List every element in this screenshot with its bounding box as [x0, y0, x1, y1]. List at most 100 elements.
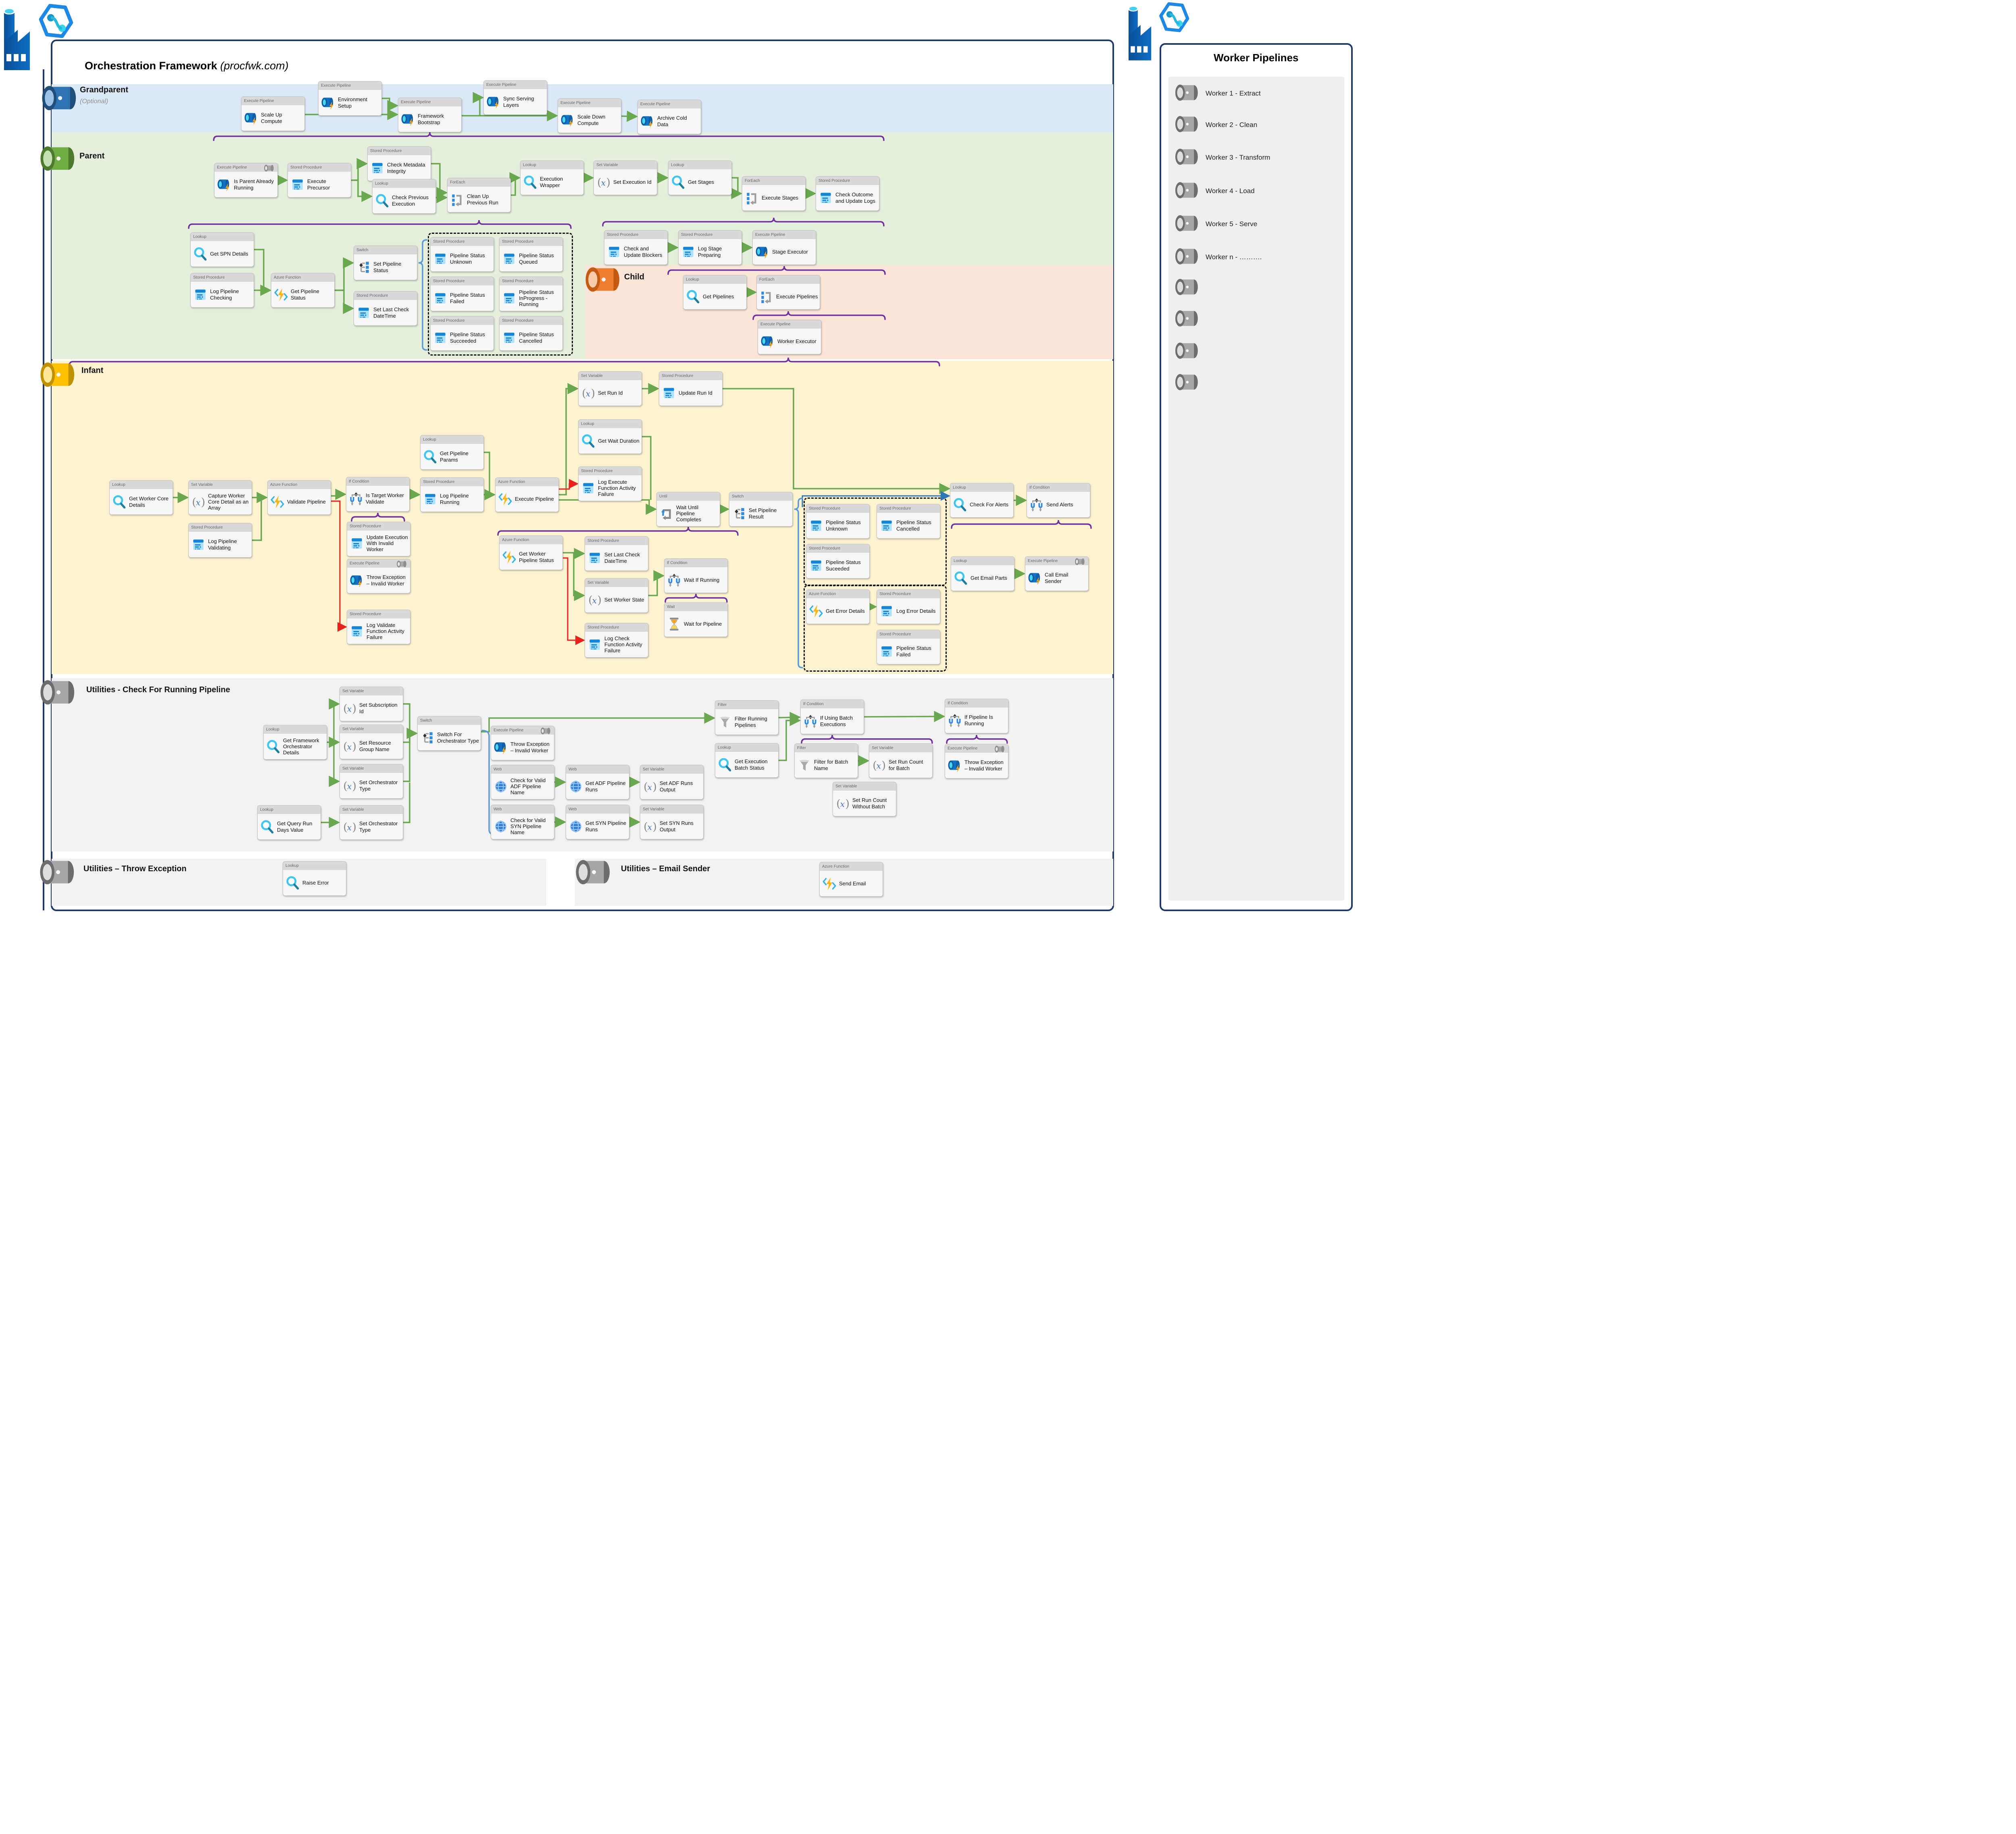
activity-execute-stages[interactable]: ForEachExecute Stages [742, 176, 806, 211]
activity-get-query-run-days-value[interactable]: LookupGet Query Run Days Value [257, 805, 321, 840]
worker-item-blank-6[interactable] [1174, 277, 1335, 299]
activity-sync-serving-layers[interactable]: Execute PipelineSync Serving Layers [483, 80, 547, 115]
activity-framework-bootstrap[interactable]: Execute PipelineFramework Bootstrap [398, 98, 462, 132]
activity-execute-pipeline[interactable]: Azure FunctionExecute Pipeline [495, 477, 559, 512]
activity-wait-if-running[interactable]: If ConditionWait If Running [664, 558, 728, 593]
activity-pipeline-status-suceeded[interactable]: Stored ProcedurePipeline Status Suceeded [806, 544, 870, 579]
activity-execute-pipelines[interactable]: ForEachExecute Pipelines [756, 275, 820, 310]
activity-set-subscription-id[interactable]: Set Variable(x)Set Subscription Id [339, 687, 403, 721]
activity-send-alerts[interactable]: If ConditionSend Alerts [1027, 483, 1090, 518]
activity-set-run-count-for-batch[interactable]: Set Variable(x)Set Run Count for Batch [869, 743, 933, 778]
activity-execution-wrapper[interactable]: LookupExecution Wrapper [520, 160, 584, 195]
activity-update-execution-with-invalid-worker[interactable]: Stored ProcedureUpdate Execution With In… [347, 522, 410, 556]
activity-set-orchestrator-type[interactable]: Set Variable(x)Set Orchestrator Type [339, 805, 403, 840]
activity-is-target-worker-validate[interactable]: If ConditionIs Target Worker Validate [346, 477, 410, 512]
activity-pipeline-status-failed[interactable]: Stored ProcedurePipeline Status Failed [430, 277, 494, 311]
activity-is-parent-already-running[interactable]: Execute PipelineIs Parent Already Runnin… [214, 163, 278, 198]
activity-log-pipeline-validating[interactable]: Stored ProcedureLog Pipeline Validating [188, 523, 252, 558]
worker-item-blank-7[interactable] [1174, 308, 1335, 330]
worker-item-worker-5-serve[interactable]: Worker 5 - Serve [1174, 213, 1335, 235]
activity-pipeline-status-cancelled[interactable]: Stored ProcedurePipeline Status Cancelle… [499, 316, 563, 351]
activity-update-run-id[interactable]: Stored ProcedureUpdate Run Id [659, 371, 723, 406]
activity-get-framework-orchestrator-details[interactable]: LookupGet Framework Orchestrator Details [263, 725, 327, 760]
activity-get-error-details[interactable]: Azure FunctionGet Error Details [806, 589, 870, 624]
activity-environment-setup[interactable]: Execute PipelineEnvironment Setup [318, 81, 382, 116]
activity-throw-exception-invalid-worker[interactable]: Execute PipelineThrow Exception – Invali… [945, 744, 1008, 779]
activity-send-email[interactable]: Azure FunctionSend Email [819, 862, 883, 897]
activity-get-spn-details[interactable]: LookupGet SPN Details [190, 232, 254, 267]
activity-call-email-sender[interactable]: Execute PipelineCall Email Sender [1025, 556, 1089, 591]
activity-raise-error[interactable]: LookupRaise Error [283, 861, 346, 896]
activity-get-worker-core-details[interactable]: LookupGet Worker Core Details [109, 480, 173, 515]
activity-check-for-valid-adf-pipeline-name[interactable]: WebCheck for Valid ADF Pipeline Name [491, 765, 554, 799]
activity-get-worker-pipeline-status[interactable]: Azure FunctionGet Worker Pipeline Status [499, 535, 563, 570]
activity-check-metadata-integrity[interactable]: Stored ProcedureCheck Metadata Integrity [367, 146, 431, 181]
activity-filter-for-batch-name[interactable]: FilterFilter for Batch Name [794, 743, 858, 778]
worker-item-worker-2-clean[interactable]: Worker 2 - Clean [1174, 114, 1335, 136]
activity-log-validate-function-activity-failure[interactable]: Stored ProcedureLog Validate Function Ac… [347, 610, 410, 644]
activity-log-error-details[interactable]: Stored ProcedureLog Error Details [877, 589, 940, 624]
activity-worker-executor[interactable]: Execute PipelineWorker Executor [758, 320, 821, 354]
activity-pipeline-status-succeeded[interactable]: Stored ProcedurePipeline Status Succeede… [430, 316, 494, 351]
activity-switch-for-orchestrator-type[interactable]: SwitchSwitch For Orchestrator Type [417, 716, 481, 751]
activity-set-resource-group-name[interactable]: Set Variable(x)Set Resource Group Name [339, 724, 403, 759]
activity-throw-exception-invalid-worker[interactable]: Execute PipelineThrow Exception – Invali… [491, 726, 554, 760]
activity-set-orchestrator-type[interactable]: Set Variable(x)Set Orchestrator Type [339, 764, 403, 799]
activity-pipeline-status-failed[interactable]: Stored ProcedurePipeline Status Failed [877, 630, 940, 664]
worker-item-blank-9[interactable] [1174, 372, 1335, 394]
activity-set-run-count-without-batch[interactable]: Set Variable(x)Set Run Count Without Bat… [833, 782, 896, 816]
activity-scale-down-compute[interactable]: Execute PipelineScale Down Compute [558, 98, 621, 133]
activity-set-syn-runs-output[interactable]: Set Variable(x)Set SYN Runs Output [640, 805, 704, 839]
activity-set-pipeline-status[interactable]: SwitchSet Pipeline Status [354, 246, 417, 280]
activity-set-last-check-datetime[interactable]: Stored ProcedureSet Last Check DateTime [585, 536, 648, 571]
activity-pipeline-status-inprogress-running[interactable]: Stored ProcedurePipeline Status InProgre… [499, 277, 563, 311]
activity-set-adf-runs-output[interactable]: Set Variable(x)Set ADF Runs Output [640, 765, 704, 799]
activity-get-pipeline-params[interactable]: LookupGet Pipeline Params [420, 435, 484, 470]
activity-get-pipelines[interactable]: LookupGet Pipelines [683, 275, 747, 310]
worker-item-worker-n[interactable]: Worker n - ………. [1174, 246, 1335, 268]
activity-throw-exception-invalid-worker[interactable]: Execute PipelineThrow Exception – Invali… [347, 559, 410, 593]
activity-log-execute-function-activity-failure[interactable]: Stored ProcedureLog Execute Function Act… [578, 466, 642, 501]
activity-wait-for-pipeline[interactable]: WaitWait for Pipeline [664, 602, 728, 637]
activity-get-execution-batch-status[interactable]: LookupGet Execution Batch Status [715, 743, 779, 778]
activity-set-pipeline-result[interactable]: SwitchSet Pipeline Result [729, 492, 793, 527]
activity-capture-worker-core-detail-as-an-array[interactable]: Set Variable(x)Capture Worker Core Detai… [188, 480, 252, 515]
activity-stage-executor[interactable]: Execute PipelineStage Executor [752, 230, 816, 265]
activity-filter-running-pipelines[interactable]: FilterFilter Running Pipelines [715, 700, 779, 735]
activity-get-adf-pipeline-runs[interactable]: WebGet ADF Pipeline Runs [566, 765, 629, 799]
activity-log-stage-preparing[interactable]: Stored ProcedureLog Stage Preparing [678, 230, 742, 265]
activity-check-previous-execution[interactable]: LookupCheck Previous Execution [372, 179, 436, 214]
activity-archive-cold-data[interactable]: Execute PipelineArchive Cold Data [637, 100, 701, 134]
activity-pipeline-status-unknown[interactable]: Stored ProcedurePipeline Status Unknown [806, 504, 870, 539]
activity-pipeline-status-unknown[interactable]: Stored ProcedurePipeline Status Unknown [430, 237, 494, 272]
activity-if-pipeline-is-running[interactable]: If ConditionIf Pipeline Is Running [945, 699, 1008, 733]
worker-item-worker-1-extract[interactable]: Worker 1 - Extract [1174, 83, 1335, 104]
worker-item-worker-4-load[interactable]: Worker 4 - Load [1174, 180, 1335, 202]
activity-pipeline-status-cancelled[interactable]: Stored ProcedurePipeline Status Cancelle… [877, 504, 940, 539]
activity-set-last-check-datetime[interactable]: Stored ProcedureSet Last Check DateTime [354, 291, 417, 326]
activity-get-wait-duration[interactable]: LookupGet Wait Duration [578, 419, 642, 454]
activity-if-using-batch-executions[interactable]: If ConditionIf Using Batch Executions [800, 699, 864, 734]
activity-log-check-function-activity-failure[interactable]: Stored ProcedureLog Check Function Activ… [585, 623, 648, 658]
activity-get-syn-pipeline-runs[interactable]: WebGet SYN Pipeline Runs [566, 805, 629, 839]
activity-check-outcome-and-update-logs[interactable]: Stored ProcedureCheck Outcome and Update… [816, 176, 879, 211]
activity-set-worker-state[interactable]: Set Variable(x)Set Worker State [585, 578, 648, 613]
activity-clean-up-previous-run[interactable]: ForEachClean Up Previous Run [447, 178, 511, 212]
activity-check-for-alerts[interactable]: LookupCheck For Alerts [950, 483, 1014, 518]
worker-item-worker-3-transform[interactable]: Worker 3 - Transform [1174, 147, 1335, 169]
activity-get-email-parts[interactable]: LookupGet Email Parts [951, 556, 1014, 591]
activity-pipeline-status-queued[interactable]: Stored ProcedurePipeline Status Queued [499, 237, 563, 272]
activity-check-and-update-blockers[interactable]: Stored ProcedureCheck and Update Blocker… [604, 230, 668, 265]
activity-scale-up-compute[interactable]: Execute PipelineScale Up Compute [241, 96, 305, 131]
activity-execute-precursor[interactable]: Stored ProcedureExecute Precursor [287, 163, 351, 198]
activity-check-for-valid-syn-pipeline-name[interactable]: WebCheck for Valid SYN Pipeline Name [491, 805, 554, 839]
activity-set-run-id[interactable]: Set Variable(x)Set Run Id [578, 371, 642, 406]
activity-log-pipeline-checking[interactable]: Stored ProcedureLog Pipeline Checking [190, 273, 254, 308]
activity-get-stages[interactable]: LookupGet Stages [668, 160, 732, 195]
activity-set-execution-id[interactable]: Set Variable(x)Set Execution Id [594, 160, 657, 195]
activity-wait-until-pipeline-completes[interactable]: UntilWait Until Pipeline Completes [656, 492, 720, 527]
activity-validate-pipeline[interactable]: Azure FunctionValidate Pipeline [267, 480, 331, 515]
activity-log-pipeline-running[interactable]: Stored ProcedureLog Pipeline Running [420, 477, 484, 512]
worker-item-blank-8[interactable] [1174, 341, 1335, 362]
activity-get-pipeline-status[interactable]: Azure FunctionGet Pipeline Status [271, 273, 335, 308]
